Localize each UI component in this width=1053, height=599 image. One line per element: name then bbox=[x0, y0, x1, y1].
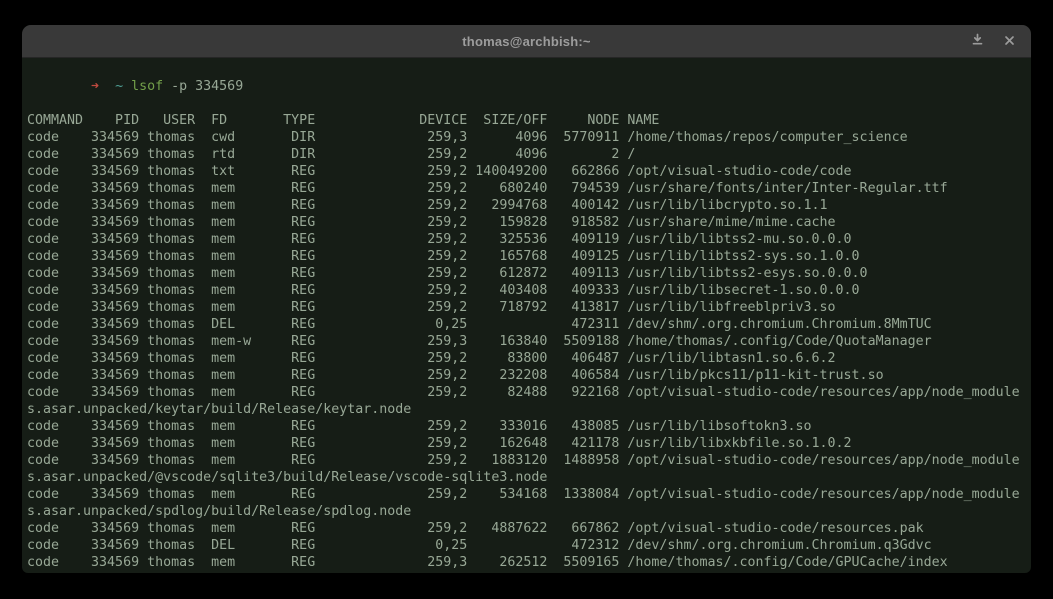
lsof-row: code 334569 thomas mem REG 259,2 82488 9… bbox=[27, 384, 1028, 418]
close-icon bbox=[1004, 34, 1015, 49]
download-button[interactable] bbox=[967, 31, 987, 51]
lsof-row: code 334569 thomas mem REG 259,2 162648 … bbox=[27, 435, 1028, 452]
prompt-arrow: ➜ bbox=[91, 79, 99, 94]
lsof-row: code 334569 thomas mem REG 259,2 165768 … bbox=[27, 248, 1028, 265]
lsof-row: code 334569 thomas mem REG 259,2 2994768… bbox=[27, 197, 1028, 214]
prompt-command: lsof bbox=[131, 79, 163, 94]
lsof-row: code 334569 thomas mem REG 259,2 534168 … bbox=[27, 486, 1028, 520]
close-button[interactable] bbox=[999, 31, 1019, 51]
lsof-row: code 334569 thomas mem REG 259,2 325536 … bbox=[27, 231, 1028, 248]
lsof-row: code 334569 thomas mem REG 259,2 4887622… bbox=[27, 520, 1028, 537]
lsof-row: code 334569 thomas mem REG 259,2 83800 4… bbox=[27, 350, 1028, 367]
download-icon bbox=[971, 33, 984, 49]
lsof-row: code 334569 thomas rtd DIR 259,2 4096 2 … bbox=[27, 146, 1028, 163]
titlebar-buttons bbox=[967, 25, 1019, 57]
lsof-row: code 334569 thomas mem REG 259,2 232208 … bbox=[27, 367, 1028, 384]
desktop-background: thomas@archbish:~ bbox=[0, 0, 1053, 599]
lsof-row: code 334569 thomas mem REG 259,2 159828 … bbox=[27, 214, 1028, 231]
lsof-row: code 334569 thomas DEL REG 0,25 472312 /… bbox=[27, 537, 1028, 554]
lsof-header-row: COMMAND PID USER FD TYPE DEVICE SIZE/OFF… bbox=[27, 112, 1028, 129]
terminal-content[interactable]: ➜ ~ lsof -p 334569 COMMAND PID USER FD T… bbox=[22, 58, 1031, 573]
lsof-row: code 334569 thomas mem REG 259,2 612872 … bbox=[27, 265, 1028, 282]
lsof-row: code 334569 thomas DEL REG 0,25 472311 /… bbox=[27, 316, 1028, 333]
lsof-row: code 334569 thomas mem REG 259,2 680240 … bbox=[27, 180, 1028, 197]
terminal-window: thomas@archbish:~ bbox=[22, 25, 1031, 573]
lsof-row: code 334569 thomas mem REG 259,2 718792 … bbox=[27, 299, 1028, 316]
lsof-row: code 334569 thomas mem REG 259,3 262512 … bbox=[27, 554, 1028, 571]
titlebar[interactable]: thomas@archbish:~ bbox=[22, 25, 1031, 58]
prompt-cwd: ~ bbox=[115, 79, 123, 94]
lsof-row: code 334569 thomas mem REG 259,2 1883120… bbox=[27, 452, 1028, 486]
lsof-row: code 334569 thomas cwd DIR 259,3 4096 57… bbox=[27, 129, 1028, 146]
lsof-output: COMMAND PID USER FD TYPE DEVICE SIZE/OFF… bbox=[27, 112, 1031, 573]
prompt-spacer bbox=[99, 79, 115, 94]
lsof-row: code 334569 thomas mem REG 259,2 403408 … bbox=[27, 282, 1028, 299]
lsof-row: code 334569 thomas mem REG 259,2 333016 … bbox=[27, 418, 1028, 435]
window-title: thomas@archbish:~ bbox=[462, 34, 590, 49]
lsof-row: code 334569 thomas txt REG 259,2 1400492… bbox=[27, 163, 1028, 180]
prompt-spacer bbox=[123, 79, 131, 94]
shell-prompt: ➜ ~ lsof -p 334569 bbox=[27, 61, 1028, 112]
lsof-row: code 334569 thomas mem-w REG 259,3 16384… bbox=[27, 333, 1028, 350]
prompt-args: -p 334569 bbox=[163, 79, 243, 94]
lsof-row: code 334569 thomas mem REG 259,2 182488 … bbox=[27, 571, 1028, 573]
